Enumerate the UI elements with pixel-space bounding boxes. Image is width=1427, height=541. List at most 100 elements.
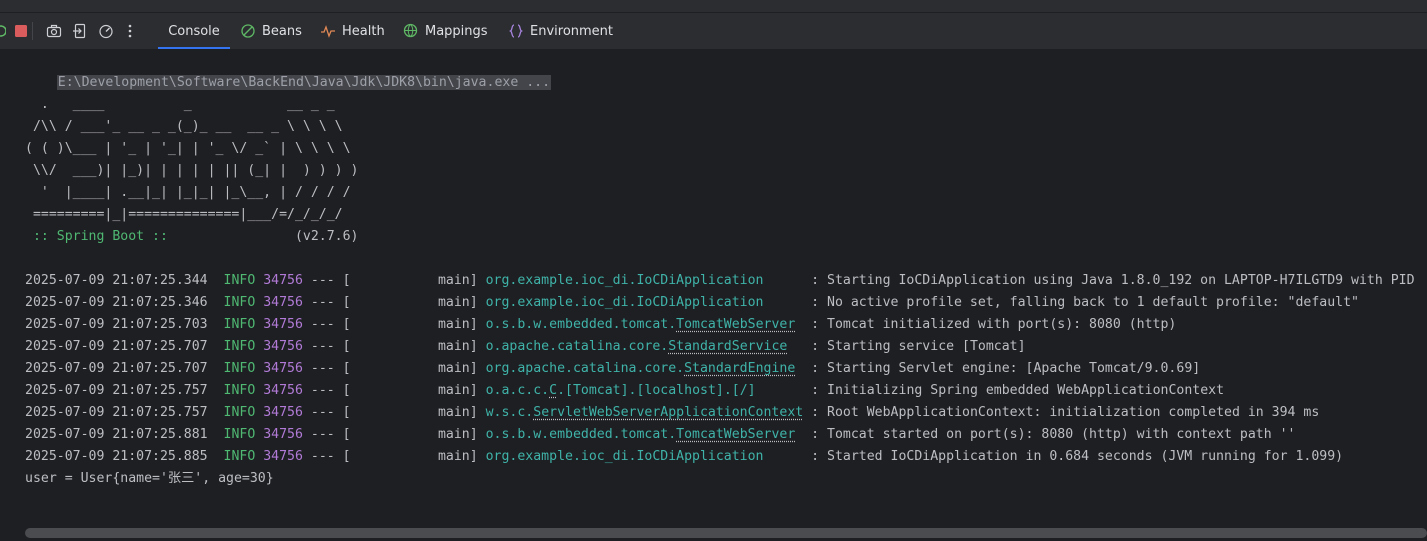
tab-environment-label: Environment [530, 23, 614, 39]
log-timestamp: 2025-07-09 21:07:25.757 [25, 405, 208, 420]
banner-line: ' |____| .__|_| |_|_| |_\__, | / / / / [25, 185, 351, 200]
horizontal-scrollbar[interactable] [25, 528, 1427, 538]
tab-mappings-label: Mappings [425, 23, 488, 39]
log-logger: org.example.ioc_di.IoCDiApplication [485, 295, 764, 310]
log-line: 2025-07-09 21:07:25.703 INFO 34756 --- [… [25, 314, 1176, 336]
mappings-icon [403, 23, 418, 38]
log-line: 2025-07-09 21:07:25.707 INFO 34756 --- [… [25, 336, 1026, 358]
log-message: : Started IoCDiApplication in 0.684 seco… [811, 449, 1344, 464]
window-top-strip [0, 0, 1427, 13]
log-timestamp: 2025-07-09 21:07:25.346 [25, 295, 208, 310]
log-separator: --- [310, 361, 335, 376]
log-logger: o.a.c.c. [485, 383, 550, 398]
tab-mappings[interactable]: Mappings [403, 13, 488, 49]
log-logger-link[interactable]: ServletWebServerApplicationContext [533, 405, 803, 420]
profiler-gauge-icon[interactable] [98, 23, 114, 39]
log-level: INFO [223, 383, 256, 398]
tab-console-label: Console [168, 23, 220, 39]
log-pid: 34756 [263, 383, 303, 398]
log-line: 2025-07-09 21:07:25.344 INFO 34756 --- [… [25, 270, 1415, 292]
log-separator: --- [310, 449, 335, 464]
log-thread: [ main] [342, 317, 478, 332]
log-line: 2025-07-09 21:07:25.757 INFO 34756 --- [… [25, 380, 1224, 402]
log-thread: [ main] [342, 361, 478, 376]
exit-icon[interactable] [72, 23, 88, 39]
spring-boot-label: :: Spring Boot :: [25, 229, 176, 244]
tab-beans[interactable]: Beans [240, 13, 302, 49]
log-logger: org.example.ioc_di.IoCDiApplication [485, 273, 764, 288]
log-pid: 34756 [263, 339, 303, 354]
camera-icon[interactable] [46, 23, 62, 39]
banner-line: ( ( )\___ | '_ | '_| | '_ \/ _` | \ \ \ … [25, 141, 351, 156]
log-level: INFO [223, 339, 256, 354]
log-thread: [ main] [342, 449, 478, 464]
spring-boot-version: (v2.7.6) [294, 229, 359, 244]
log-line: 2025-07-09 21:07:25.707 INFO 34756 --- [… [25, 358, 1200, 380]
tab-beans-label: Beans [262, 23, 302, 39]
log-message: : Tomcat initialized with port(s): 8080 … [811, 317, 1177, 332]
log-message: : Starting service [Tomcat] [811, 339, 1026, 354]
command-line: E:\Development\Software\BackEnd\Java\Jdk… [25, 50, 552, 90]
log-thread: [ main] [342, 273, 478, 288]
log-level: INFO [223, 427, 256, 442]
more-options-icon[interactable] [126, 23, 134, 39]
log-thread: [ main] [342, 295, 478, 310]
log-separator: --- [310, 383, 335, 398]
log-thread: [ main] [342, 383, 478, 398]
log-level: INFO [223, 273, 256, 288]
tab-environment[interactable]: Environment [508, 13, 613, 49]
stop-icon[interactable] [14, 23, 28, 39]
log-thread: [ main] [342, 339, 478, 354]
log-separator: --- [310, 339, 335, 354]
log-logger-link[interactable]: TomcatWebServer [676, 317, 795, 332]
log-timestamp: 2025-07-09 21:07:25.703 [25, 317, 208, 332]
log-pid: 34756 [263, 405, 303, 420]
rerun-icon[interactable] [0, 23, 6, 39]
log-message: : Initializing Spring embedded WebApplic… [811, 383, 1225, 398]
banner-line: \\/ ___)| |_)| | | | | || (_| | ) ) ) ) [25, 163, 359, 178]
log-timestamp: 2025-07-09 21:07:25.344 [25, 273, 208, 288]
log-separator: --- [310, 427, 335, 442]
log-separator: --- [310, 405, 335, 420]
tab-health-label: Health [342, 23, 385, 39]
log-logger: o.s.b.w.embedded.tomcat. [485, 427, 677, 442]
log-separator: --- [310, 295, 335, 310]
java-command[interactable]: E:\Development\Software\BackEnd\Java\Jdk… [56, 75, 552, 90]
log-level: INFO [223, 295, 256, 310]
log-logger-link[interactable]: StandardService [668, 339, 787, 354]
log-timestamp: 2025-07-09 21:07:25.881 [25, 427, 208, 442]
tab-console[interactable]: Console [158, 13, 230, 49]
log-thread: [ main] [342, 405, 478, 420]
log-logger: org.apache.catalina.core. [485, 361, 685, 376]
log-level: INFO [223, 449, 256, 464]
log-logger: o.s.b.w.embedded.tomcat. [485, 317, 677, 332]
log-message: : Tomcat started on port(s): 8080 (http)… [811, 427, 1296, 442]
log-line: 2025-07-09 21:07:25.757 INFO 34756 --- [… [25, 402, 1319, 424]
program-output-line: user = User{name='张三', age=30} [25, 471, 274, 486]
log-message: : No active profile set, falling back to… [811, 295, 1359, 310]
log-line: 2025-07-09 21:07:25.881 INFO 34756 --- [… [25, 424, 1295, 446]
spring-boot-version-line: :: Spring Boot :: (v2.7.6) [25, 226, 359, 248]
log-logger-link[interactable]: C [549, 383, 557, 398]
console-output[interactable]: E:\Development\Software\BackEnd\Java\Jdk… [0, 50, 1427, 528]
toolbar-separator [32, 22, 33, 40]
banner-line: /\\ / ___'_ __ _ _(_)_ __ __ _ \ \ \ \ [25, 119, 343, 134]
log-pid: 34756 [263, 317, 303, 332]
log-pid: 34756 [263, 273, 303, 288]
log-timestamp: 2025-07-09 21:07:25.707 [25, 361, 208, 376]
log-timestamp: 2025-07-09 21:07:25.885 [25, 449, 208, 464]
environment-icon [509, 24, 523, 38]
log-level: INFO [223, 405, 256, 420]
log-pid: 34756 [263, 449, 303, 464]
log-logger-link[interactable]: TomcatWebServer [676, 427, 795, 442]
log-logger: org.example.ioc_di.IoCDiApplication [485, 449, 764, 464]
log-line: 2025-07-09 21:07:25.885 INFO 34756 --- [… [25, 446, 1343, 468]
log-logger: .[Tomcat].[localhost].[/] [557, 383, 756, 398]
log-logger-link[interactable]: StandardEngine [684, 361, 795, 376]
tab-health[interactable]: Health [320, 13, 385, 49]
health-icon [321, 25, 335, 38]
banner-line: =========|_|==============|___/=/_/_/_/ [25, 207, 343, 222]
log-timestamp: 2025-07-09 21:07:25.707 [25, 339, 208, 354]
log-timestamp: 2025-07-09 21:07:25.757 [25, 383, 208, 398]
log-thread: [ main] [342, 427, 478, 442]
